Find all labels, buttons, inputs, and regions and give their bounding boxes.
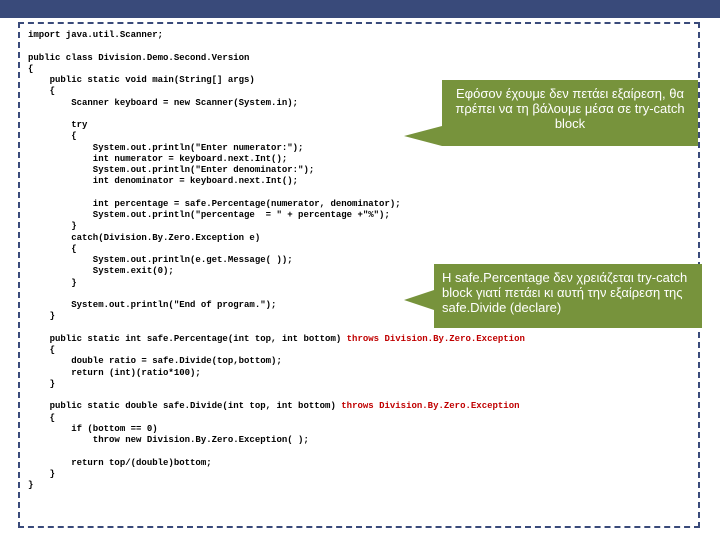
code-line: {	[28, 413, 55, 423]
code-line: }	[28, 379, 55, 389]
code-line: System.out.println("Enter numerator:");	[28, 143, 303, 153]
code-line: {	[28, 64, 33, 74]
code-line: return (int)(ratio*100);	[28, 368, 201, 378]
code-line: try	[28, 120, 87, 130]
callout-try-catch: Εφόσον έχουμε δεν πετάει εξαίρεση, θα πρ…	[442, 80, 698, 146]
code-line: }	[28, 469, 55, 479]
code-line: }	[28, 480, 33, 490]
code-line: {	[28, 131, 77, 141]
code-line: Scanner keyboard = new Scanner(System.in…	[28, 98, 298, 108]
code-line: int numerator = keyboard.next.Int();	[28, 154, 287, 164]
code-line: System.out.println("percentage = " + per…	[28, 210, 390, 220]
code-line: int percentage = safe.Percentage(numerat…	[28, 199, 401, 209]
code-line: if (bottom == 0)	[28, 424, 158, 434]
code-line: {	[28, 345, 55, 355]
code-line: double ratio = safe.Divide(top,bottom);	[28, 356, 282, 366]
code-line: throw new Division.By.Zero.Exception( );	[28, 435, 309, 445]
slide: import java.util.Scanner; public class D…	[0, 0, 720, 540]
code-line: catch(Division.By.Zero.Exception e)	[28, 233, 260, 243]
callout-safe-percentage: H safe.Percentage δεν χρειάζεται try-cat…	[434, 264, 702, 328]
code-line: System.exit(0);	[28, 266, 174, 276]
code-line: int denominator = keyboard.next.Int();	[28, 176, 298, 186]
code-line: public static void main(String[] args)	[28, 75, 255, 85]
code-line: }	[28, 221, 77, 231]
code-line: {	[28, 86, 55, 96]
code-line: System.out.println(e.get.Message( ));	[28, 255, 293, 265]
code-line: }	[28, 311, 55, 321]
code-line: return top/(double)bottom;	[28, 458, 212, 468]
callout-arrow-icon	[404, 126, 442, 146]
code-line: {	[28, 244, 77, 254]
callout-arrow-icon	[404, 290, 434, 310]
code-line: System.out.println("Enter denominator:")…	[28, 165, 314, 175]
title-bar	[0, 0, 720, 18]
code-line: System.out.println("End of program.");	[28, 300, 276, 310]
code-line: public class Division.Demo.Second.Versio…	[28, 53, 249, 63]
code-line: public static int safe.Percentage(int to…	[28, 334, 347, 344]
code-throws: throws Division.By.Zero.Exception	[347, 334, 525, 344]
code-line: import java.util.Scanner;	[28, 30, 163, 40]
code-line: public static double safe.Divide(int top…	[28, 401, 341, 411]
code-throws: throws Division.By.Zero.Exception	[341, 401, 519, 411]
code-line: }	[28, 278, 77, 288]
